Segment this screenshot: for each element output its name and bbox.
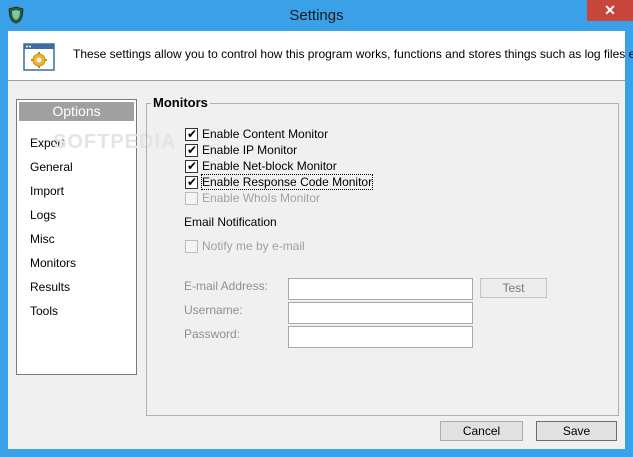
checkmark-icon: ✔ [187, 159, 198, 173]
checkbox-label[interactable]: Enable IP Monitor [202, 143, 297, 157]
info-banner: These settings allow you to control how … [8, 31, 633, 81]
checkbox-label[interactable]: Notify me by e-mail [202, 239, 305, 253]
nav-item-import[interactable]: Import [30, 184, 64, 198]
checkbox-label[interactable]: Enable Net-block Monitor [202, 159, 337, 173]
banner-description: These settings allow you to control how … [73, 47, 633, 61]
window-title: Settings [289, 7, 344, 24]
nav-item-tools[interactable]: Tools [30, 304, 58, 318]
email-address-label: E-mail Address: [184, 279, 269, 293]
nav-item-logs[interactable]: Logs [30, 208, 56, 222]
test-button[interactable]: Test [480, 278, 547, 298]
options-header: Options [19, 102, 134, 121]
nav-item-results[interactable]: Results [30, 280, 70, 294]
save-button[interactable]: Save [536, 421, 617, 441]
checkbox-box[interactable]: ✔ [185, 143, 198, 157]
checkbox-label[interactable]: Enable Response Code Monitor [200, 174, 374, 190]
checkmark-icon: ✔ [187, 143, 198, 157]
password-label: Password: [184, 327, 241, 341]
close-icon: ✕ [604, 2, 616, 18]
checkbox-box[interactable] [185, 240, 198, 253]
password-input[interactable] [288, 326, 473, 348]
checkbox-box[interactable]: ✔ [185, 175, 198, 189]
title-bar[interactable]: Settings ✕ [0, 0, 633, 31]
username-label: Username: [184, 303, 243, 317]
settings-window: Settings ✕ These settings allow you to c… [0, 0, 633, 457]
settings-window-icon [23, 43, 55, 71]
email-notification-heading: Email Notification [184, 215, 277, 229]
checkbox-label[interactable]: Enable Content Monitor [202, 127, 328, 141]
username-input[interactable] [288, 302, 473, 324]
close-button[interactable]: ✕ [587, 0, 633, 21]
cancel-button[interactable]: Cancel [440, 421, 523, 441]
checkbox-box[interactable]: ✔ [185, 159, 198, 173]
nav-item-general[interactable]: General [30, 160, 73, 174]
nav-item-monitors[interactable]: Monitors [30, 256, 76, 270]
checkbox-box[interactable] [185, 192, 198, 205]
email-address-input[interactable] [288, 278, 473, 300]
checkbox-label[interactable]: Enable WhoIs Monitor [202, 191, 320, 205]
checkmark-icon: ✔ [187, 127, 198, 141]
checkbox-box[interactable]: ✔ [185, 127, 198, 141]
nav-item-misc[interactable]: Misc [30, 232, 55, 246]
checkmark-icon: ✔ [187, 175, 198, 189]
dialog-client-area: These settings allow you to control how … [8, 31, 633, 449]
monitors-group-title: Monitors [151, 95, 210, 110]
